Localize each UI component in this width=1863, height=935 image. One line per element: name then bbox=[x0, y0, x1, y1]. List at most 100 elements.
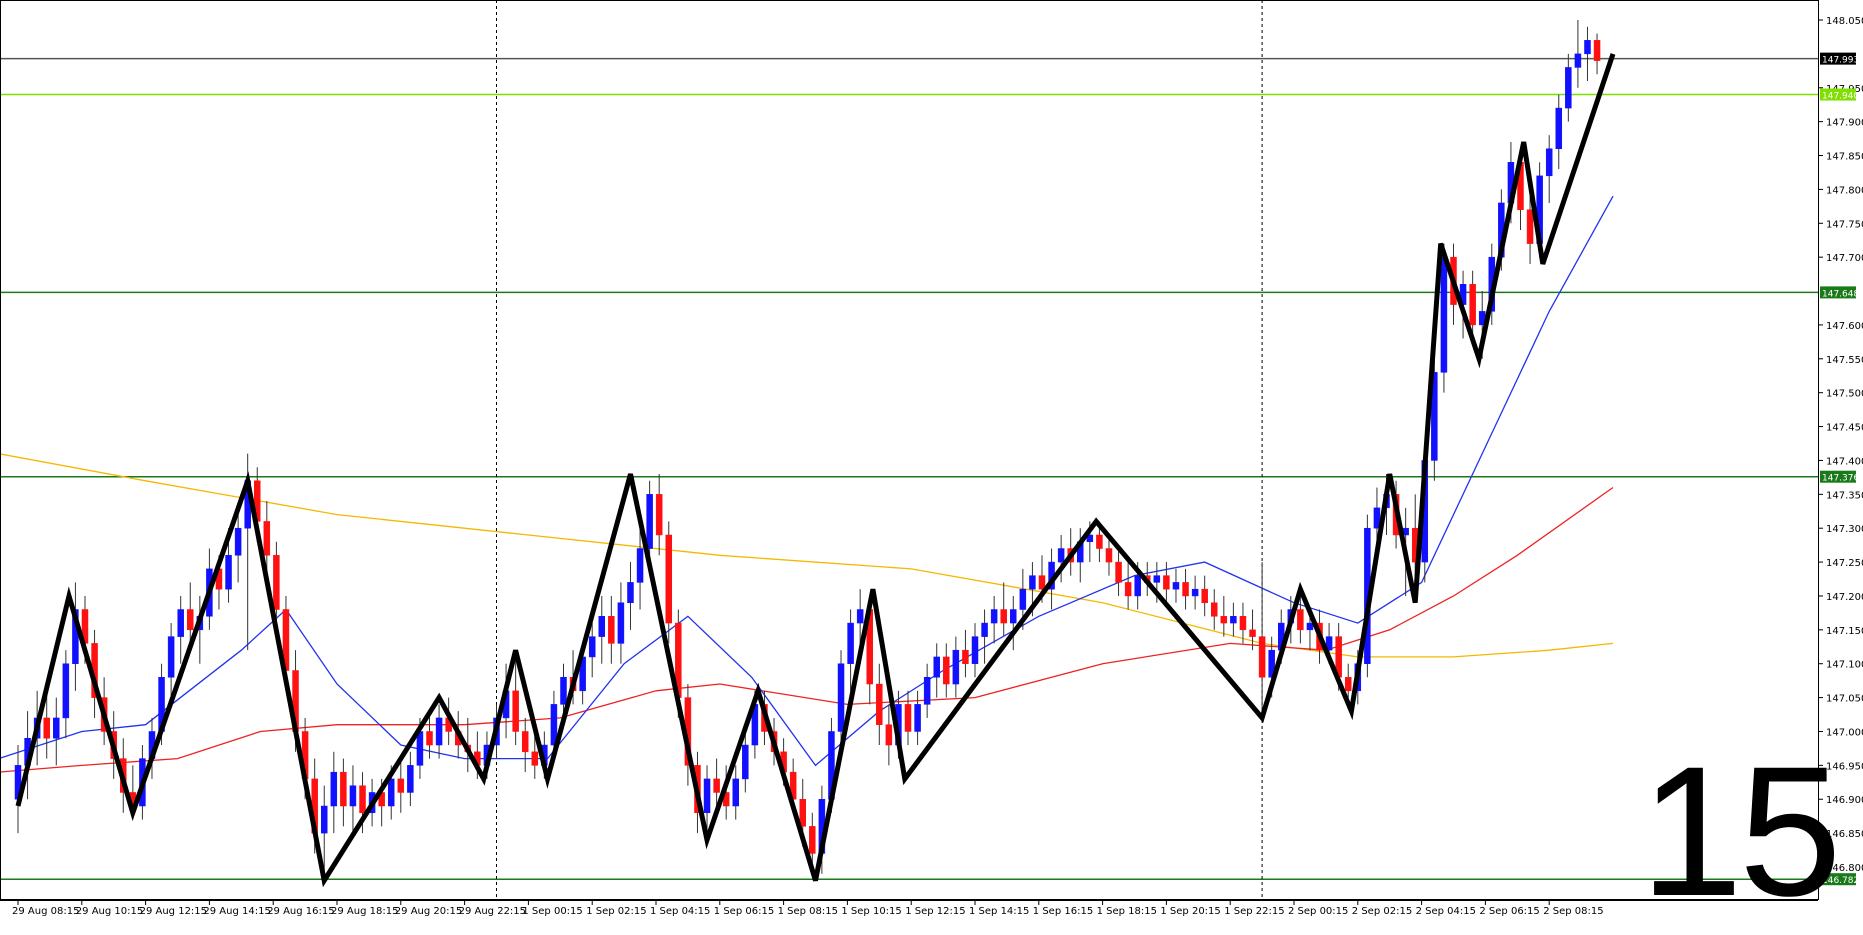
price-tick-label: 147.050 bbox=[1826, 694, 1863, 705]
price-tick-label: 147.550 bbox=[1826, 355, 1863, 366]
candle-body bbox=[904, 704, 912, 732]
candle-body bbox=[416, 731, 424, 766]
candle-body bbox=[426, 731, 433, 746]
price-tick-label: 147.350 bbox=[1826, 490, 1863, 501]
price-tick-label: 147.300 bbox=[1826, 524, 1863, 535]
time-tick-label: 1 Sep 20:15 bbox=[1160, 906, 1220, 917]
level-badge-label: 147.940 bbox=[1822, 92, 1859, 102]
candle-body bbox=[1565, 67, 1572, 109]
price-tick-label: 147.400 bbox=[1826, 456, 1863, 467]
candle-body bbox=[340, 771, 347, 807]
price-tick-label: 147.500 bbox=[1826, 389, 1863, 400]
candle-body bbox=[1220, 616, 1228, 624]
candle-body bbox=[531, 751, 539, 766]
candle-body bbox=[1230, 616, 1237, 624]
candle-body bbox=[933, 656, 940, 678]
candle-body bbox=[971, 636, 979, 664]
candle-body bbox=[273, 555, 280, 610]
candle-body bbox=[598, 616, 606, 637]
candle-body bbox=[234, 527, 242, 556]
candle-body bbox=[1584, 40, 1591, 55]
time-tick-label: 1 Sep 22:15 bbox=[1224, 906, 1284, 917]
time-tick-label: 1 Sep 06:15 bbox=[714, 906, 774, 917]
candle-body bbox=[1306, 622, 1314, 631]
price-tick-label: 148.050 bbox=[1826, 16, 1863, 27]
candle-body bbox=[1000, 609, 1007, 624]
time-tick-label: 29 Aug 16:15 bbox=[267, 906, 334, 917]
candle-body bbox=[646, 494, 653, 549]
candle-body bbox=[43, 717, 50, 739]
candle-body bbox=[1545, 148, 1553, 177]
time-tick-label: 2 Sep 00:15 bbox=[1288, 906, 1348, 917]
candle-body bbox=[856, 609, 864, 624]
candle-body bbox=[1010, 609, 1017, 624]
time-tick-label: 1 Sep 08:15 bbox=[778, 906, 838, 917]
candle-body bbox=[435, 717, 443, 746]
candle-body bbox=[923, 677, 931, 705]
candle-body bbox=[1249, 629, 1256, 637]
candle-body bbox=[1211, 602, 1218, 617]
time-tick-label: 29 Aug 14:15 bbox=[203, 906, 270, 917]
timeframe-number: 15 bbox=[1640, 729, 1842, 935]
price-tick-label: 147.150 bbox=[1826, 626, 1863, 637]
candle-body bbox=[981, 622, 988, 637]
time-tick-label: 2 Sep 08:15 bbox=[1543, 906, 1603, 917]
candle-body bbox=[1258, 636, 1266, 678]
candle-body bbox=[837, 663, 845, 732]
time-tick-label: 1 Sep 16:15 bbox=[1033, 906, 1093, 917]
candle-body bbox=[397, 778, 405, 793]
candle-body bbox=[847, 622, 854, 664]
candle-body bbox=[560, 677, 567, 705]
candle-body bbox=[263, 521, 271, 556]
candle-body bbox=[742, 744, 749, 780]
candle-body bbox=[1555, 107, 1563, 149]
time-tick-label: 1 Sep 10:15 bbox=[841, 906, 901, 917]
price-tick-label: 147.750 bbox=[1826, 219, 1863, 230]
level-badge-label: 147.376 bbox=[1822, 474, 1859, 484]
time-tick-label: 29 Aug 08:15 bbox=[12, 906, 79, 917]
candle-body bbox=[885, 724, 893, 746]
time-tick-label: 29 Aug 20:15 bbox=[395, 906, 462, 917]
candle-body bbox=[1239, 616, 1247, 631]
time-tick-label: 1 Sep 04:15 bbox=[650, 906, 710, 917]
candle-body bbox=[1469, 284, 1476, 326]
candle-body bbox=[943, 656, 950, 685]
candle-body bbox=[1201, 588, 1208, 603]
candle-body bbox=[53, 717, 60, 739]
candle-body bbox=[1191, 588, 1199, 597]
candle-body bbox=[876, 683, 883, 725]
candle-body bbox=[809, 826, 816, 854]
time-tick-label: 29 Aug 12:15 bbox=[140, 906, 207, 917]
time-tick-label: 2 Sep 02:15 bbox=[1352, 906, 1412, 917]
candle-body bbox=[407, 765, 414, 793]
time-tick-label: 29 Aug 18:15 bbox=[331, 906, 398, 917]
time-tick-label: 2 Sep 04:15 bbox=[1416, 906, 1476, 917]
candle-body bbox=[320, 805, 328, 834]
time-tick-label: 29 Aug 10:15 bbox=[76, 906, 143, 917]
candle-body bbox=[1105, 548, 1113, 563]
candle-body bbox=[713, 778, 720, 793]
candle-body bbox=[359, 785, 366, 814]
candle-body bbox=[1182, 582, 1189, 597]
candle-body bbox=[990, 609, 998, 624]
candle-body bbox=[608, 616, 615, 644]
candle-body bbox=[1057, 548, 1065, 563]
price-chart[interactable]: 148.050147.950147.900147.850147.800147.7… bbox=[0, 0, 1863, 922]
candle-body bbox=[588, 636, 596, 658]
time-tick-label: 1 Sep 00:15 bbox=[522, 906, 582, 917]
candle-body bbox=[1172, 582, 1180, 590]
chart-root: 148.050147.950147.900147.850147.800147.7… bbox=[0, 0, 1863, 935]
candle-body bbox=[62, 663, 70, 719]
candle-body bbox=[330, 771, 338, 807]
price-tick-label: 147.250 bbox=[1826, 558, 1863, 569]
candle-body bbox=[1526, 209, 1534, 244]
candle-body bbox=[914, 704, 921, 732]
candle-body bbox=[617, 602, 625, 644]
price-tick-label: 147.100 bbox=[1826, 660, 1863, 671]
candle-body bbox=[512, 690, 519, 732]
candle-body bbox=[799, 798, 806, 827]
time-tick-label: 1 Sep 12:15 bbox=[905, 906, 965, 917]
time-tick-label: 1 Sep 02:15 bbox=[586, 906, 646, 917]
price-tick-label: 147.850 bbox=[1826, 152, 1863, 163]
candle-body bbox=[952, 649, 960, 685]
